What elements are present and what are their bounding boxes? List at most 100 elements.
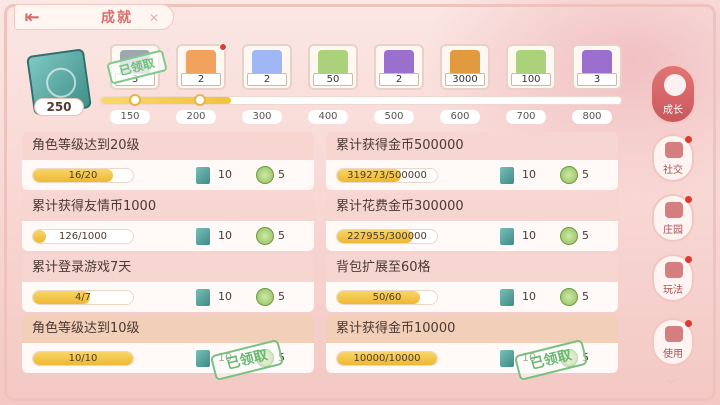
achievement-title: 累计获得金币500000 bbox=[326, 132, 618, 160]
reward-count: 3 bbox=[577, 73, 617, 86]
milestone-tick: 200 bbox=[176, 110, 216, 124]
achievement-card[interactable]: 累计花费金币300000 227955/300000 10 5 bbox=[326, 193, 618, 251]
achievement-title: 角色等级达到10级 bbox=[22, 315, 314, 343]
jade-coin-icon bbox=[560, 227, 578, 245]
coin-reward-amount: 5 bbox=[582, 290, 589, 303]
achievement-card[interactable]: 背包扩展至60格 50/60 10 5 bbox=[326, 254, 618, 312]
ticket-icon bbox=[196, 228, 210, 245]
gamepad-icon bbox=[665, 262, 683, 278]
milestone-marker bbox=[129, 94, 141, 106]
side-nav-label: 庄园 bbox=[663, 225, 683, 236]
achievement-card[interactable]: 累计登录游戏7天 4/7 10 5 bbox=[22, 254, 314, 312]
points-progress-bar bbox=[100, 94, 622, 106]
milestone-ticks: 150 200 300 400 500 600 700 800 bbox=[100, 110, 660, 126]
achievement-card[interactable]: 角色等级达到20级 16/20 10 5 bbox=[22, 132, 314, 190]
total-points: 250 bbox=[34, 98, 84, 116]
ticket-reward-amount: 10 bbox=[522, 168, 536, 181]
achievement-card[interactable]: 累计获得金币1000010000/10000105已领取 bbox=[326, 315, 618, 382]
reward-count: 2 bbox=[379, 73, 419, 86]
reward-slot[interactable]: 50 bbox=[308, 44, 358, 90]
side-nav-use[interactable]: 使用 bbox=[652, 318, 694, 366]
side-nav: ︿ 成长 社交 庄园 玩法 使用 ﹀ bbox=[646, 46, 706, 392]
claimed-stamp: 已领取 bbox=[513, 338, 589, 382]
progress-text: 227955/300000 bbox=[347, 231, 427, 242]
points-progress-fill bbox=[101, 97, 231, 104]
achievement-progress-bar: 16/20 bbox=[32, 168, 134, 183]
coin-reward-amount: 5 bbox=[582, 229, 589, 242]
achievement-progress-bar: 227955/300000 bbox=[336, 229, 438, 244]
achievement-progress-bar: 4/7 bbox=[32, 290, 134, 305]
side-nav-label: 玩法 bbox=[663, 285, 683, 296]
reward-count: 2 bbox=[247, 73, 287, 86]
reward-count: 3000 bbox=[445, 73, 485, 86]
ticket-icon bbox=[500, 228, 514, 245]
ticket-icon bbox=[500, 167, 514, 184]
notification-dot bbox=[685, 196, 692, 203]
achievement-progress-bar: 10000/10000 bbox=[336, 351, 438, 366]
growth-icon bbox=[664, 74, 686, 96]
ticket-reward-amount: 10 bbox=[218, 290, 232, 303]
reward-count: 2 bbox=[181, 73, 221, 86]
side-nav-manor[interactable]: 庄园 bbox=[652, 194, 694, 242]
milestone-tick: 300 bbox=[242, 110, 282, 124]
chat-icon bbox=[665, 142, 683, 158]
scroll-up-icon[interactable]: ︿ bbox=[666, 44, 677, 60]
ticket-icon bbox=[500, 350, 514, 367]
milestone-tick: 400 bbox=[308, 110, 348, 124]
ticket-reward-amount: 10 bbox=[522, 290, 536, 303]
side-nav-social[interactable]: 社交 bbox=[652, 134, 694, 182]
reward-slot[interactable]: 3000 bbox=[440, 44, 490, 90]
progress-text: 4/7 bbox=[74, 292, 92, 303]
side-nav-label: 成长 bbox=[663, 105, 683, 116]
reward-slot[interactable]: 2 bbox=[242, 44, 292, 90]
milestone-rewards: 3 已领取 2 2 50 2 3000 100 3 bbox=[106, 43, 642, 92]
progress-text: 126/1000 bbox=[59, 231, 107, 242]
achievement-progress-bar: 10/10 bbox=[32, 351, 134, 366]
progress-text: 319273/500000 bbox=[347, 170, 427, 181]
back-arrow-icon[interactable]: ⇤ bbox=[15, 5, 49, 29]
reward-slot[interactable]: 2 bbox=[176, 43, 227, 90]
milestone-tick: 800 bbox=[572, 110, 612, 124]
milestone-tick: 700 bbox=[506, 110, 546, 124]
coin-reward-amount: 5 bbox=[582, 168, 589, 181]
lotus-icon bbox=[665, 326, 683, 342]
ticket-icon bbox=[196, 167, 210, 184]
achievement-title: 累计获得金币10000 bbox=[326, 315, 618, 343]
progress-text: 10/10 bbox=[68, 353, 98, 364]
jade-coin-icon bbox=[256, 166, 274, 184]
achievement-title: 角色等级达到20级 bbox=[22, 132, 314, 160]
achievement-card[interactable]: 累计获得友情币1000 126/1000 10 5 bbox=[22, 193, 314, 251]
side-nav-gameplay[interactable]: 玩法 bbox=[652, 254, 694, 302]
achievement-title: 累计花费金币300000 bbox=[326, 193, 618, 221]
reward-slot[interactable]: 3 bbox=[572, 44, 622, 90]
milestone-tick: 500 bbox=[374, 110, 414, 124]
achievement-progress-bar: 319273/500000 bbox=[336, 168, 438, 183]
scroll-down-icon[interactable]: ﹀ bbox=[666, 376, 677, 392]
progress-text: 10000/10000 bbox=[353, 353, 421, 364]
side-nav-label: 使用 bbox=[663, 349, 683, 360]
achievement-title: 累计登录游戏7天 bbox=[22, 254, 314, 282]
ticket-reward-amount: 10 bbox=[218, 229, 232, 242]
achievement-list[interactable]: 角色等级达到20级 16/20 10 5 累计获得友情币1000 126/1000 10 5 累… bbox=[22, 132, 622, 390]
reward-slot[interactable]: 3 已领取 bbox=[106, 44, 168, 90]
notification-dot bbox=[219, 43, 227, 51]
page-title: 成就 bbox=[101, 10, 133, 26]
side-nav-growth[interactable]: 成长 bbox=[650, 64, 696, 124]
manor-icon bbox=[665, 202, 683, 218]
reward-count: 50 bbox=[313, 73, 353, 86]
reward-count: 100 bbox=[511, 73, 551, 86]
achievement-progress-bar: 126/1000 bbox=[32, 229, 134, 244]
achievement-card[interactable]: 累计获得金币500000 319273/500000 10 5 bbox=[326, 132, 618, 190]
ticket-icon bbox=[196, 289, 210, 306]
achievement-card[interactable]: 角色等级达到10级10/10105已领取 bbox=[22, 315, 314, 382]
jade-coin-icon bbox=[560, 288, 578, 306]
notification-dot bbox=[685, 136, 692, 143]
ticket-reward-amount: 10 bbox=[522, 229, 536, 242]
reward-slot[interactable]: 2 bbox=[374, 44, 424, 90]
jade-coin-icon bbox=[256, 227, 274, 245]
jade-coin-icon bbox=[560, 166, 578, 184]
reward-slot[interactable]: 100 bbox=[506, 44, 556, 90]
coin-reward-amount: 5 bbox=[278, 290, 285, 303]
ticket-reward-amount: 10 bbox=[218, 168, 232, 181]
decor-star-icon: ✕ bbox=[148, 11, 159, 25]
